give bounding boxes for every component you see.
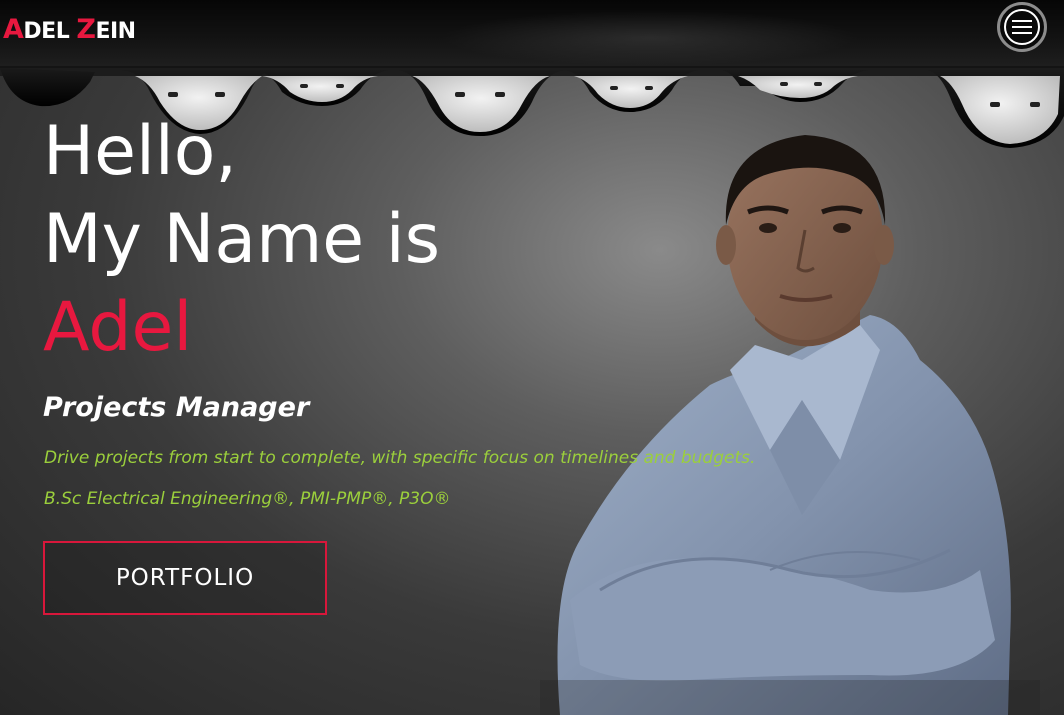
hero-greeting: Hello, My Name is Adel [43,108,440,372]
navbar-glow [440,10,860,66]
logo-last-initial: Z [76,14,96,45]
logo-first-initial: A [3,14,24,45]
role-description: Drive projects from start to complete, w… [44,448,756,468]
logo-first-rest: DEL [23,19,77,44]
hamburger-menu-icon [1004,9,1040,45]
portrait-photo [540,135,1040,715]
hero-page: ADEL ZEIN Hello, My Name is Adel Project… [0,0,1064,715]
credentials-text: B.Sc Electrical Engineering®, PMI-PMP®, … [44,489,451,509]
greeting-line-1: Hello, [43,112,237,191]
top-navbar: ADEL ZEIN [0,0,1064,66]
site-logo[interactable]: ADEL ZEIN [3,14,136,45]
hero-heading-block: Hello, My Name is Adel [43,108,440,372]
hamburger-menu-button[interactable] [997,2,1047,52]
greeting-name: Adel [43,288,193,367]
portfolio-button[interactable]: PORTFOLIO [43,541,327,615]
logo-last-rest: EIN [95,19,136,44]
job-title: Projects Manager [43,392,310,423]
greeting-line-2: My Name is [43,200,441,279]
